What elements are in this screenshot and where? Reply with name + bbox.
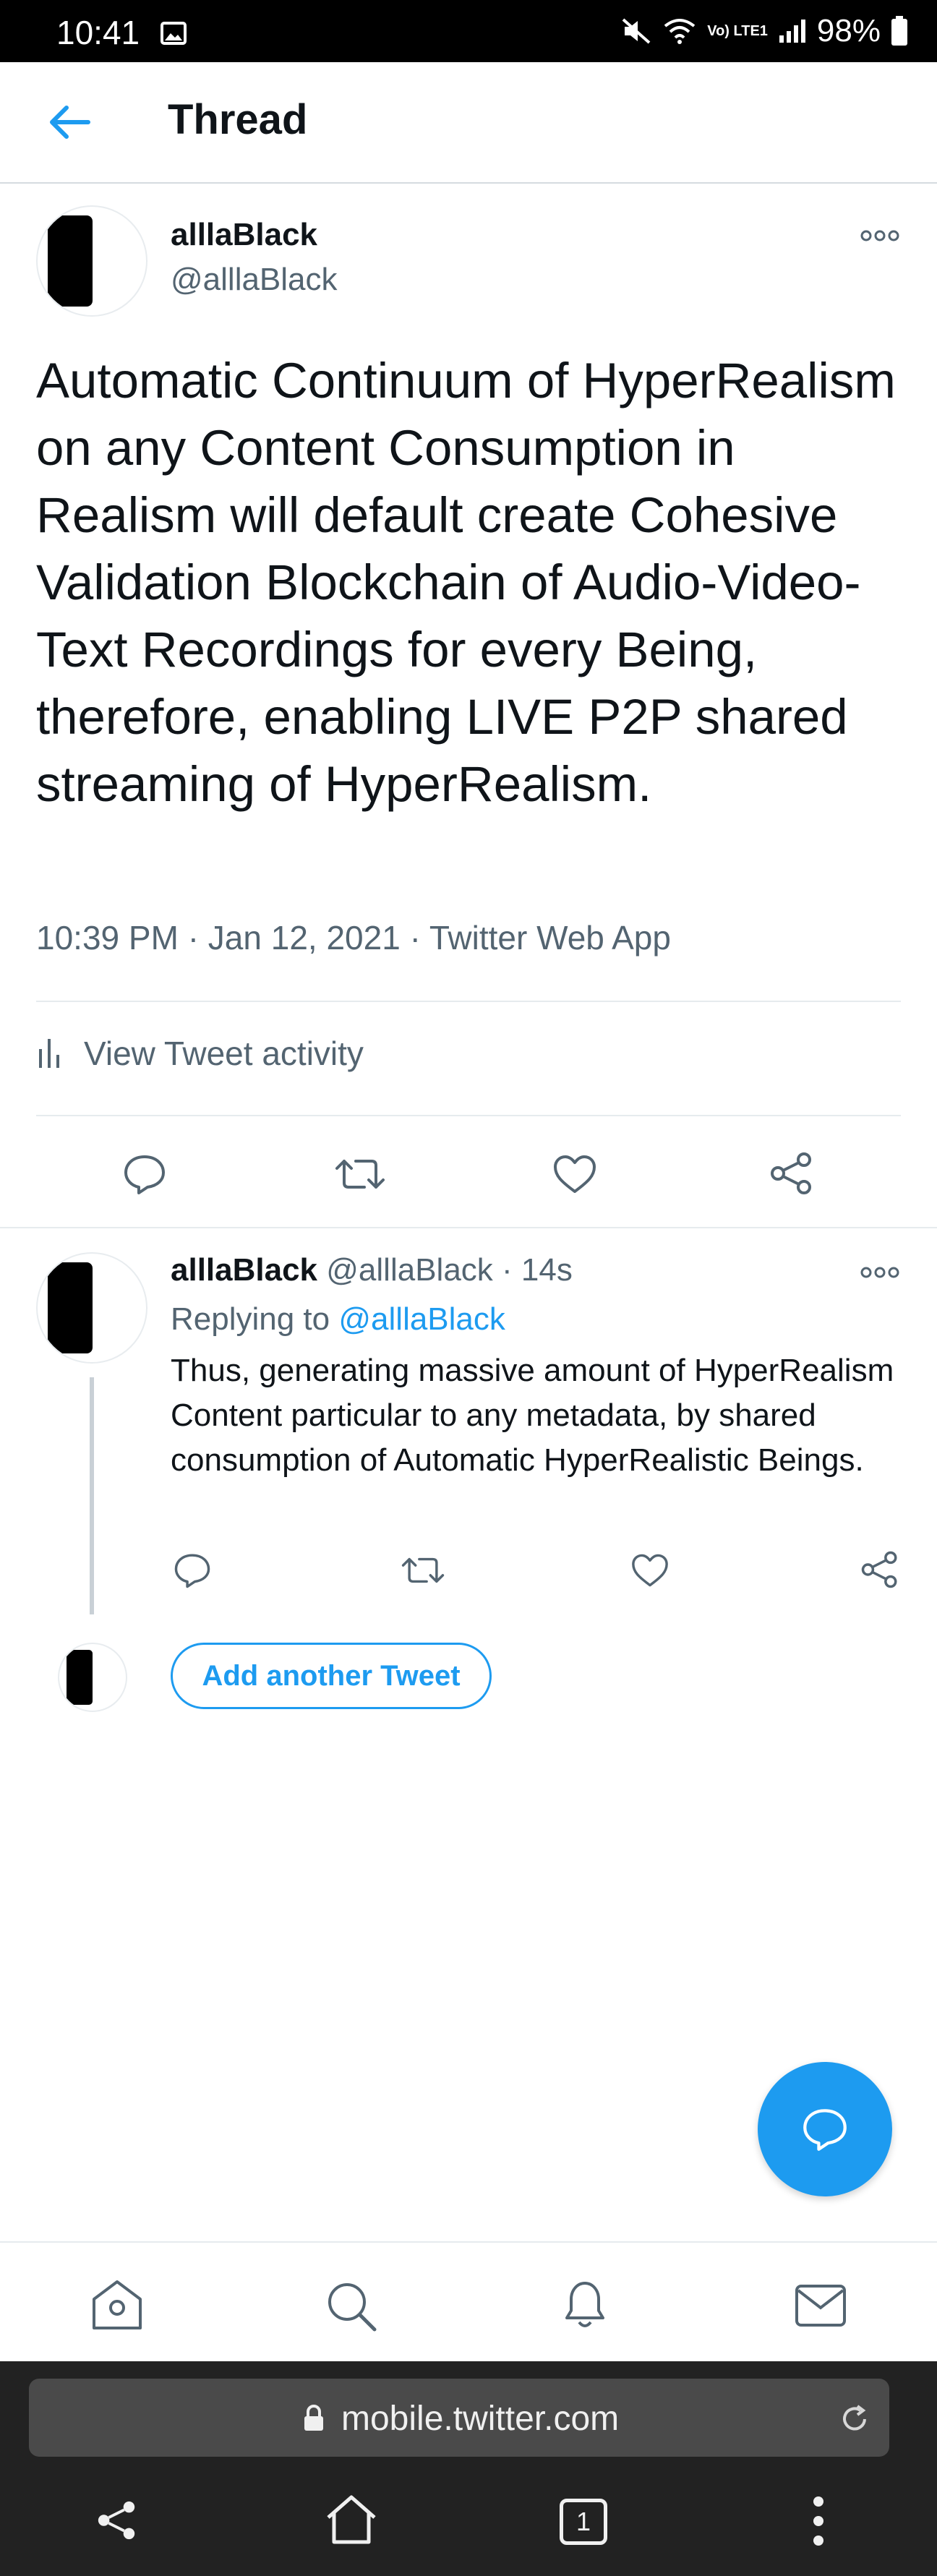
status-time: 10:41 xyxy=(56,14,140,51)
page-title: Thread xyxy=(168,96,308,143)
reply-reply-icon[interactable] xyxy=(174,1552,211,1589)
author-name[interactable]: alllaBlack xyxy=(171,217,317,253)
messages-envelope-icon[interactable] xyxy=(794,2283,847,2328)
home-icon[interactable] xyxy=(90,2279,145,2331)
more-options-icon[interactable] xyxy=(860,228,899,243)
battery-percent: 98% xyxy=(816,13,881,48)
browser-bar: mobile.twitter.com 1 xyxy=(0,2361,937,2576)
add-another-tweet-button[interactable]: Add another Tweet xyxy=(171,1643,492,1709)
network-label: Vo) LTE1 xyxy=(707,23,768,39)
activity-label: View Tweet activity xyxy=(84,1035,364,1072)
compose-avatar xyxy=(58,1643,127,1712)
url-text: mobile.twitter.com xyxy=(341,2400,620,2438)
reply-author-handle[interactable]: @alllaBlack xyxy=(326,1252,493,1288)
compose-bubble-icon xyxy=(802,2106,848,2152)
like-icon[interactable] xyxy=(552,1154,597,1194)
tabs-button[interactable]: 1 xyxy=(560,2499,607,2545)
reply-retweet-icon[interactable] xyxy=(401,1553,445,1588)
author-handle[interactable]: @alllaBlack xyxy=(171,262,338,298)
tweet-meta: 10:39 PM · Jan 12, 2021 · Twitter Web Ap… xyxy=(36,919,671,957)
back-arrow-icon[interactable] xyxy=(48,103,91,142)
retweet-icon[interactable] xyxy=(334,1154,386,1194)
divider xyxy=(36,1115,901,1116)
divider xyxy=(0,1227,937,1228)
signal-icon xyxy=(778,18,807,44)
reply-icon[interactable] xyxy=(123,1152,166,1196)
thread-line xyxy=(90,1377,94,1614)
bar-chart-icon xyxy=(36,1037,62,1069)
status-icons: Vo) LTE1 98% xyxy=(620,13,908,49)
tweet-time[interactable]: 10:39 PM xyxy=(36,919,179,957)
reply-avatar[interactable] xyxy=(36,1252,147,1364)
notifications-bell-icon[interactable] xyxy=(560,2276,610,2332)
compose-reply-fab[interactable] xyxy=(758,2062,892,2196)
wifi-icon xyxy=(662,17,697,45)
share-icon[interactable] xyxy=(769,1151,814,1196)
tweet-text: Automatic Continuum of HyperRealism on a… xyxy=(36,353,896,812)
reply-text: Thus, generating massive amount of Hyper… xyxy=(171,1353,894,1478)
reply-header: alllaBlack @alllaBlack · 14s xyxy=(171,1252,573,1288)
tweet-source[interactable]: Twitter Web App xyxy=(429,919,671,957)
reply-more-options-icon[interactable] xyxy=(860,1265,899,1280)
reply-share-icon[interactable] xyxy=(860,1550,899,1589)
reload-icon[interactable] xyxy=(839,2403,870,2435)
search-icon[interactable] xyxy=(324,2279,379,2334)
status-bar: 10:41 Vo) LTE1 98% xyxy=(0,0,937,62)
lock-icon xyxy=(302,2405,325,2432)
view-tweet-activity[interactable]: View Tweet activity xyxy=(36,1034,364,1073)
gallery-notification-icon xyxy=(161,22,187,45)
bottom-nav xyxy=(0,2241,937,2363)
app-header: Thread xyxy=(0,62,937,184)
share-browser-icon[interactable] xyxy=(95,2499,139,2542)
tweet-date[interactable]: Jan 12, 2021 xyxy=(208,919,401,957)
browser-menu-icon[interactable] xyxy=(813,2496,824,2546)
reply-author-name[interactable]: alllaBlack xyxy=(171,1252,317,1288)
replying-to-link[interactable]: @alllaBlack xyxy=(338,1301,505,1337)
reply-like-icon[interactable] xyxy=(630,1553,669,1588)
url-bar[interactable]: mobile.twitter.com xyxy=(29,2379,889,2457)
browser-home-icon[interactable] xyxy=(325,2494,377,2545)
mute-icon xyxy=(620,17,652,46)
divider xyxy=(36,1001,901,1002)
avatar[interactable] xyxy=(36,205,147,317)
replying-to-label: Replying to xyxy=(171,1301,330,1337)
battery-icon xyxy=(891,16,908,46)
replying-to: Replying to @alllaBlack xyxy=(171,1301,505,1338)
reply-time[interactable]: 14s xyxy=(521,1252,573,1288)
